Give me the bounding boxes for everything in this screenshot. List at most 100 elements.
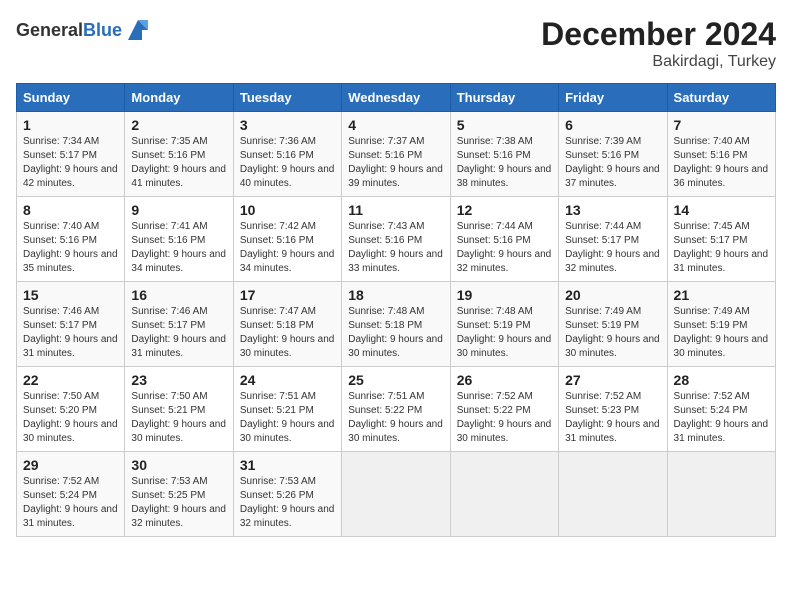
day-info: Sunrise: 7:42 AMSunset: 5:16 PMDaylight:… [240,220,335,276]
calendar-day-cell: 24 Sunrise: 7:51 AMSunset: 5:21 PMDayligh… [233,367,341,452]
day-number: 24 [240,372,335,388]
calendar-day-cell: 31Sunrise: 7:53 AMSunset: 5:26 PMDayligh… [233,452,341,537]
day-info: Sunrise: 7:52 AMSunset: 5:22 PMDaylight:… [457,390,552,446]
day-number: 27 [565,372,660,388]
day-number: 28 [674,372,769,388]
day-info: Sunrise: 7:46 AMSunset: 5:17 PMDaylight:… [23,305,118,361]
day-number: 7 [674,117,769,133]
day-number: 16 [131,287,226,303]
calendar-day-cell: 11 Sunrise: 7:43 AMSunset: 5:16 PMDayligh… [342,197,450,282]
calendar-day-cell: 4Sunrise: 7:37 AMSunset: 5:16 PMDaylight… [342,112,450,197]
calendar-day-cell: 10 Sunrise: 7:42 AMSunset: 5:16 PMDayligh… [233,197,341,282]
calendar-day-cell: 21 Sunrise: 7:49 AMSunset: 5:19 PMDayligh… [667,282,775,367]
calendar-day-cell: 9 Sunrise: 7:41 AMSunset: 5:16 PMDaylight… [125,197,233,282]
calendar-day-cell: 17 Sunrise: 7:47 AMSunset: 5:18 PMDayligh… [233,282,341,367]
calendar-day-cell: 27 Sunrise: 7:52 AMSunset: 5:23 PMDayligh… [559,367,667,452]
day-info: Sunrise: 7:40 AMSunset: 5:16 PMDaylight:… [674,135,769,191]
day-number: 29 [23,457,118,473]
day-number: 11 [348,202,443,218]
day-number: 22 [23,372,118,388]
calendar-week-row: 1 Sunrise: 7:34 AMSunset: 5:17 PMDaylight… [17,112,776,197]
day-number: 2 [131,117,226,133]
calendar-week-row: 15 Sunrise: 7:46 AMSunset: 5:17 PMDayligh… [17,282,776,367]
weekday-header-thursday: Thursday [450,84,558,112]
day-info: Sunrise: 7:47 AMSunset: 5:18 PMDaylight:… [240,305,335,361]
day-number: 10 [240,202,335,218]
calendar-week-row: 29 Sunrise: 7:52 AMSunset: 5:24 PMDayligh… [17,452,776,537]
day-number: 1 [23,117,118,133]
weekday-header-friday: Friday [559,84,667,112]
logo: GeneralBlue [16,16,152,44]
day-info: Sunrise: 7:51 AMSunset: 5:22 PMDaylight:… [348,390,443,446]
day-info: Sunrise: 7:37 AMSunset: 5:16 PMDaylight:… [348,135,443,191]
day-info: Sunrise: 7:50 AMSunset: 5:21 PMDaylight:… [131,390,226,446]
calendar-day-cell: 28 Sunrise: 7:52 AMSunset: 5:24 PMDayligh… [667,367,775,452]
day-number: 3 [240,117,335,133]
day-info: Sunrise: 7:52 AMSunset: 5:23 PMDaylight:… [565,390,660,446]
day-number: 21 [674,287,769,303]
empty-cell [450,452,558,537]
calendar-day-cell: 7 Sunrise: 7:40 AMSunset: 5:16 PMDaylight… [667,112,775,197]
weekday-header-row: SundayMondayTuesdayWednesdayThursdayFrid… [17,84,776,112]
day-number: 25 [348,372,443,388]
day-info: Sunrise: 7:44 AMSunset: 5:16 PMDaylight:… [457,220,552,276]
calendar-day-cell: 23 Sunrise: 7:50 AMSunset: 5:21 PMDayligh… [125,367,233,452]
calendar-day-cell: 13 Sunrise: 7:44 AMSunset: 5:17 PMDayligh… [559,197,667,282]
location-title: Bakirdagi, Turkey [541,53,776,71]
day-info: Sunrise: 7:52 AMSunset: 5:24 PMDaylight:… [23,475,118,531]
day-number: 17 [240,287,335,303]
day-number: 30 [131,457,226,473]
day-info: Sunrise: 7:45 AMSunset: 5:17 PMDaylight:… [674,220,769,276]
calendar-week-row: 8Sunrise: 7:40 AMSunset: 5:16 PMDaylight… [17,197,776,282]
calendar-day-cell: 15 Sunrise: 7:46 AMSunset: 5:17 PMDayligh… [17,282,125,367]
day-number: 18 [348,287,443,303]
day-info: Sunrise: 7:50 AMSunset: 5:20 PMDaylight:… [23,390,118,446]
day-info: Sunrise: 7:53 AMSunset: 5:26 PMDaylight:… [240,475,335,531]
calendar-day-cell: 30 Sunrise: 7:53 AMSunset: 5:25 PMDayligh… [125,452,233,537]
day-info: Sunrise: 7:44 AMSunset: 5:17 PMDaylight:… [565,220,660,276]
day-info: Sunrise: 7:40 AMSunset: 5:16 PMDaylight:… [23,220,118,276]
logo-general: General [16,20,83,40]
day-info: Sunrise: 7:52 AMSunset: 5:24 PMDaylight:… [674,390,769,446]
weekday-header-tuesday: Tuesday [233,84,341,112]
weekday-header-saturday: Saturday [667,84,775,112]
day-info: Sunrise: 7:51 AMSunset: 5:21 PMDaylight:… [240,390,335,446]
calendar-week-row: 22 Sunrise: 7:50 AMSunset: 5:20 PMDayligh… [17,367,776,452]
page-header: GeneralBlue December 2024 Bakirdagi, Tur… [16,16,776,71]
day-number: 14 [674,202,769,218]
calendar-day-cell: 26 Sunrise: 7:52 AMSunset: 5:22 PMDayligh… [450,367,558,452]
calendar-day-cell: 12Sunrise: 7:44 AMSunset: 5:16 PMDayligh… [450,197,558,282]
day-number: 19 [457,287,552,303]
calendar-day-cell: 18 Sunrise: 7:48 AMSunset: 5:18 PMDayligh… [342,282,450,367]
day-info: Sunrise: 7:49 AMSunset: 5:19 PMDaylight:… [674,305,769,361]
day-info: Sunrise: 7:53 AMSunset: 5:25 PMDaylight:… [131,475,226,531]
day-info: Sunrise: 7:41 AMSunset: 5:16 PMDaylight:… [131,220,226,276]
day-info: Sunrise: 7:36 AMSunset: 5:16 PMDaylight:… [240,135,335,191]
weekday-header-sunday: Sunday [17,84,125,112]
day-info: Sunrise: 7:48 AMSunset: 5:19 PMDaylight:… [457,305,552,361]
calendar-day-cell: 3 Sunrise: 7:36 AMSunset: 5:16 PMDaylight… [233,112,341,197]
calendar-day-cell: 25 Sunrise: 7:51 AMSunset: 5:22 PMDayligh… [342,367,450,452]
calendar-day-cell: 2 Sunrise: 7:35 AMSunset: 5:16 PMDaylight… [125,112,233,197]
day-info: Sunrise: 7:43 AMSunset: 5:16 PMDaylight:… [348,220,443,276]
day-number: 26 [457,372,552,388]
day-info: Sunrise: 7:48 AMSunset: 5:18 PMDaylight:… [348,305,443,361]
weekday-header-wednesday: Wednesday [342,84,450,112]
day-number: 13 [565,202,660,218]
calendar-day-cell: 1 Sunrise: 7:34 AMSunset: 5:17 PMDaylight… [17,112,125,197]
calendar-day-cell: 16Sunrise: 7:46 AMSunset: 5:17 PMDayligh… [125,282,233,367]
weekday-header-monday: Monday [125,84,233,112]
empty-cell [559,452,667,537]
calendar-day-cell: 29 Sunrise: 7:52 AMSunset: 5:24 PMDayligh… [17,452,125,537]
day-info: Sunrise: 7:34 AMSunset: 5:17 PMDaylight:… [23,135,118,191]
calendar-day-cell: 22 Sunrise: 7:50 AMSunset: 5:20 PMDayligh… [17,367,125,452]
calendar-day-cell: 19 Sunrise: 7:48 AMSunset: 5:19 PMDayligh… [450,282,558,367]
day-number: 9 [131,202,226,218]
day-info: Sunrise: 7:35 AMSunset: 5:16 PMDaylight:… [131,135,226,191]
month-title: December 2024 [541,16,776,53]
day-number: 15 [23,287,118,303]
day-number: 23 [131,372,226,388]
day-info: Sunrise: 7:38 AMSunset: 5:16 PMDaylight:… [457,135,552,191]
day-info: Sunrise: 7:39 AMSunset: 5:16 PMDaylight:… [565,135,660,191]
logo-blue: Blue [83,20,122,40]
